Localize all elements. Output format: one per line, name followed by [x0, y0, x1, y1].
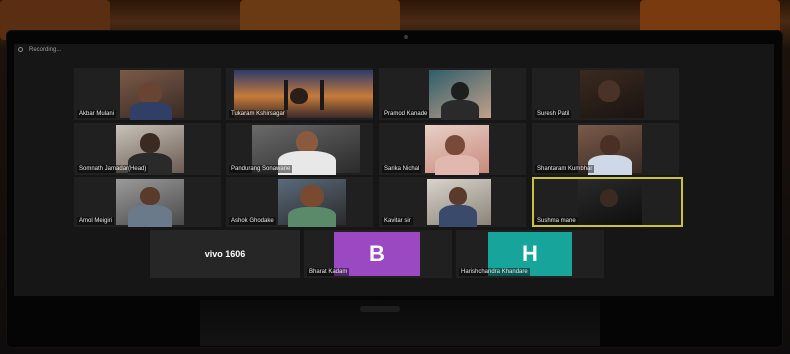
participant-tile-no-video[interactable]: B Bharat Kadam — [304, 230, 452, 278]
webcam-dot — [404, 35, 408, 39]
participant-device-name: vivo 1606 — [204, 249, 246, 259]
participant-name: Ashok Ghodake — [229, 217, 276, 225]
avatar-initial: B — [369, 241, 385, 266]
participant-name: Akbar Mulani — [77, 110, 117, 118]
participant-tile[interactable]: Somnath Jamadar(Head) — [74, 123, 221, 175]
meeting-window: Recording... Akbar Mulani Tukaram Kshirs… — [14, 44, 774, 296]
monitor-stand — [200, 300, 600, 346]
participant-name: Kavitar sir — [382, 217, 413, 225]
participant-name: Shantaram Kumbhar — [535, 165, 595, 173]
participant-name: Bharat Kadam — [307, 268, 350, 276]
participant-name: Harishchandra Khandare — [459, 268, 530, 276]
participant-tile[interactable]: Suresh Patil — [532, 68, 679, 120]
participant-tile[interactable]: Tukaram Kshirsagar — [226, 68, 373, 120]
participant-tile[interactable]: Sarika Nichal — [379, 123, 526, 175]
room-background: Recording... Akbar Mulani Tukaram Kshirs… — [0, 0, 790, 354]
recording-status: Recording... — [29, 47, 62, 53]
participant-tile[interactable]: Kavitar sir — [379, 177, 526, 227]
participant-video — [580, 70, 644, 118]
participant-name: Pramod Kanade — [382, 110, 430, 118]
recording-icon — [18, 47, 23, 52]
participant-tile[interactable]: Amol Meigiri — [74, 177, 221, 227]
participant-video — [578, 179, 642, 225]
active-speaker-tile[interactable]: Sushma mane — [532, 177, 683, 227]
participant-name: Somnath Jamadar(Head) — [77, 165, 149, 173]
participant-video — [425, 125, 489, 175]
participant-tile[interactable]: Ashok Ghodake — [226, 177, 373, 227]
participant-name: Amol Meigiri — [77, 217, 115, 225]
participant-video — [427, 179, 491, 227]
participant-name: Pandurang Sonawane — [229, 165, 293, 173]
participant-name: Tukaram Kshirsagar — [229, 110, 287, 118]
participant-name: Sushma mane — [535, 217, 578, 225]
participant-tile[interactable]: Pandurang Sonawane — [226, 123, 373, 175]
participant-video — [429, 70, 491, 120]
participant-tile-no-video[interactable]: H Harishchandra Khandare — [456, 230, 604, 278]
participant-video — [116, 179, 184, 227]
participant-video — [278, 179, 346, 227]
participant-name: Sarika Nichal — [382, 165, 422, 173]
monitor-brand-badge — [360, 306, 400, 312]
participant-video — [120, 70, 184, 120]
participant-tile-no-video[interactable]: vivo 1606 — [150, 230, 300, 278]
avatar-initial: H — [522, 241, 538, 266]
participant-tile[interactable]: Pramod Kanade — [379, 68, 526, 120]
participant-name: Suresh Patil — [535, 110, 572, 118]
participant-tile[interactable]: Shantaram Kumbhar — [532, 123, 679, 175]
participant-tile[interactable]: Akbar Mulani — [74, 68, 221, 120]
meeting-topbar: Recording... — [14, 44, 774, 56]
